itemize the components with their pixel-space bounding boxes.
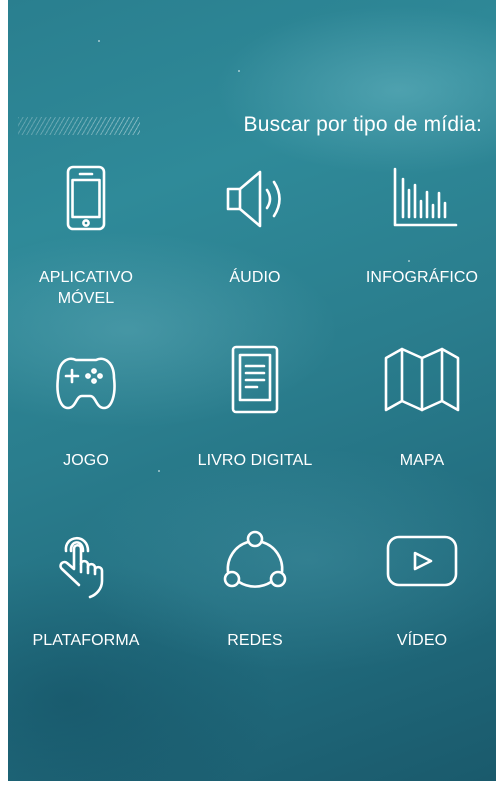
media-type-label: INFOGRÁFICO: [365, 269, 479, 286]
media-type-video[interactable]: VÍDEO: [347, 525, 496, 660]
media-type-label: VÍDEO: [396, 632, 448, 649]
media-type-panel: Buscar por tipo de mídia: APLICATIVO MÓV…: [8, 0, 496, 781]
media-type-audio[interactable]: ÁUDIO: [180, 163, 330, 323]
media-type-infographic[interactable]: INFOGRÁFICO: [347, 163, 496, 323]
media-type-label: LIVRO DIGITAL: [197, 452, 313, 469]
media-type-label: REDES: [227, 632, 283, 649]
speaker-icon: [226, 170, 281, 228]
decorative-hatch-line: [18, 117, 140, 135]
media-type-platform[interactable]: PLATAFORMA: [11, 525, 161, 660]
media-type-label: APLICATIVO MÓVEL: [38, 269, 134, 307]
media-type-mobile-app[interactable]: APLICATIVO MÓVEL: [11, 163, 161, 323]
bar-chart-icon: [393, 167, 458, 227]
smartphone-icon: [66, 165, 106, 231]
play-video-icon: [386, 535, 458, 587]
touch-hand-icon: [59, 536, 104, 599]
background-sparkle: [98, 40, 100, 42]
background-sparkle: [238, 70, 240, 72]
page: Buscar por tipo de mídia: APLICATIVO MÓV…: [0, 0, 500, 791]
map-icon: [384, 347, 460, 412]
media-type-digital-book[interactable]: LIVRO DIGITAL: [180, 342, 330, 477]
ebook-icon: [231, 345, 279, 414]
media-type-map[interactable]: MAPA: [347, 342, 496, 477]
media-type-label: ÁUDIO: [229, 269, 281, 286]
media-type-label: MAPA: [399, 452, 445, 469]
media-type-game[interactable]: JOGO: [11, 342, 161, 477]
network-icon: [223, 530, 287, 588]
media-type-label: PLATAFORMA: [32, 632, 140, 649]
media-type-networks[interactable]: REDES: [180, 525, 330, 660]
media-type-label: JOGO: [63, 452, 109, 469]
panel-heading: Buscar por tipo de mídia:: [243, 113, 482, 136]
gamepad-icon: [56, 357, 116, 410]
